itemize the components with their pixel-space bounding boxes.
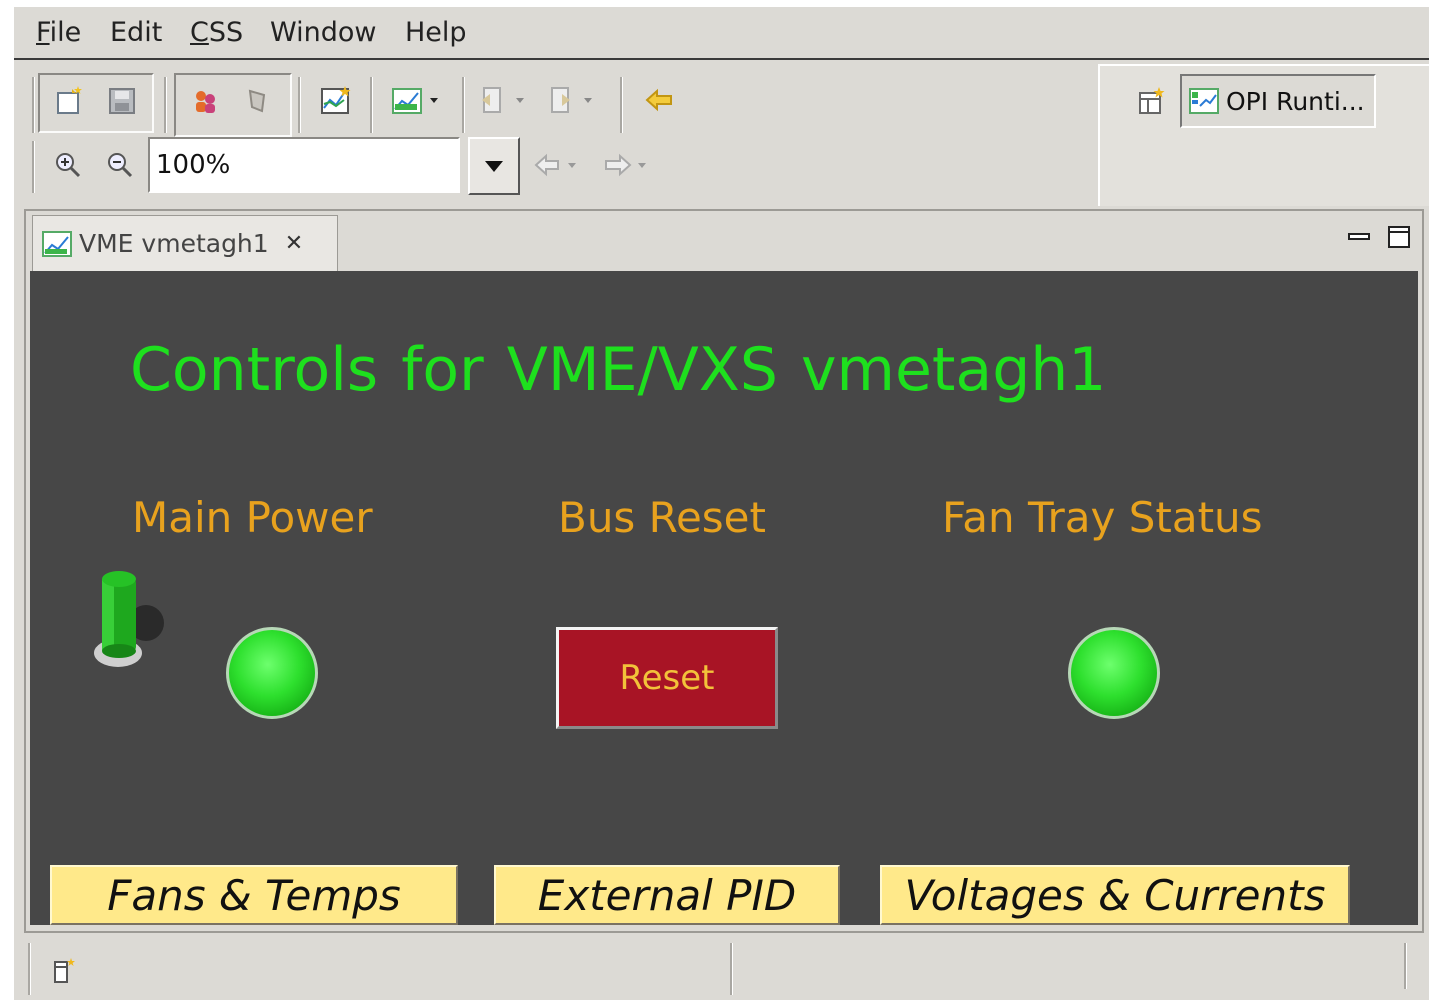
toolbar-separator xyxy=(298,77,301,133)
status-separator xyxy=(730,943,733,995)
menu-css[interactable]: CSS xyxy=(190,17,243,48)
forward-nav-icon[interactable] xyxy=(598,145,658,185)
menu-bar: File Edit CSS Window Help xyxy=(14,7,1429,59)
menu-edit[interactable]: Edit xyxy=(110,17,162,48)
main-power-led xyxy=(226,627,318,719)
opi-runtime-dropdown-icon[interactable] xyxy=(388,81,448,121)
run-users-icon[interactable] xyxy=(186,81,226,121)
menu-window[interactable]: Window xyxy=(270,17,376,48)
tab-vme-vmetagh1[interactable]: VME vmetagh1 ✕ xyxy=(32,215,338,271)
menu-css-label: SS xyxy=(208,17,244,48)
close-icon[interactable]: ✕ xyxy=(285,231,303,256)
main-power-label: Main Power xyxy=(132,493,373,542)
maximize-icon[interactable] xyxy=(1388,225,1410,255)
opi-runtime-icon xyxy=(1189,88,1219,114)
previous-edit-icon[interactable] xyxy=(476,81,536,121)
zoom-out-icon[interactable] xyxy=(100,145,140,185)
zoom-in-icon[interactable] xyxy=(48,145,88,185)
opi-display-canvas: Controls for VME/VXS vmetagh1 Main Power… xyxy=(30,271,1418,925)
toolbar-separator xyxy=(32,77,35,133)
status-bar xyxy=(14,937,1429,1000)
zoom-dropdown-button[interactable] xyxy=(468,137,520,195)
minimize-icon[interactable] xyxy=(1348,225,1370,250)
tab-label: VME vmetagh1 xyxy=(79,229,269,258)
save-icon[interactable] xyxy=(102,81,142,121)
toolbar-separator xyxy=(620,77,623,133)
opi-file-icon xyxy=(42,230,72,257)
toolbar-separator xyxy=(462,77,465,133)
chart-icon[interactable] xyxy=(316,81,356,121)
fast-view-icon[interactable] xyxy=(44,951,84,991)
menu-file-label: ile xyxy=(49,17,82,48)
menu-file[interactable]: File xyxy=(36,17,81,48)
main-power-toggle-switch[interactable] xyxy=(90,567,174,677)
bus-reset-button[interactable]: Reset xyxy=(556,627,778,729)
voltages-currents-button[interactable]: Voltages & Currents xyxy=(880,865,1350,925)
back-arrow-icon[interactable] xyxy=(640,81,680,121)
stop-icon[interactable] xyxy=(238,81,278,121)
open-perspective-icon[interactable] xyxy=(1132,81,1172,121)
menu-separator xyxy=(14,58,1429,60)
new-file-icon[interactable] xyxy=(50,81,90,121)
perspective-label: OPI Runti... xyxy=(1226,86,1365,116)
zoom-level-input[interactable]: 100% xyxy=(148,137,460,193)
application-window: File Edit CSS Window Help 100% OPI Runti… xyxy=(14,7,1429,1000)
menu-css-mnemonic: C xyxy=(190,17,209,48)
toolbar-separator xyxy=(164,77,167,133)
chevron-down-icon xyxy=(485,161,503,172)
back-nav-icon[interactable] xyxy=(530,145,590,185)
toolbar-separator xyxy=(370,77,373,133)
external-pid-button[interactable]: External PID xyxy=(494,865,840,925)
bus-reset-label: Bus Reset xyxy=(558,493,766,542)
status-separator xyxy=(1404,943,1407,989)
fan-tray-status-led xyxy=(1068,627,1160,719)
menu-help[interactable]: Help xyxy=(405,17,467,48)
editor-area: VME vmetagh1 ✕ Controls for VME/VXS vmet… xyxy=(24,209,1424,933)
toolbar-separator xyxy=(32,141,35,193)
opi-runtime-perspective-button[interactable]: OPI Runti... xyxy=(1180,74,1376,128)
next-edit-icon[interactable] xyxy=(544,81,604,121)
fan-tray-status-label: Fan Tray Status xyxy=(942,493,1263,542)
status-separator xyxy=(28,943,31,995)
menu-file-mnemonic: F xyxy=(36,17,50,48)
fans-temps-button[interactable]: Fans & Temps xyxy=(50,865,458,925)
page-title: Controls for VME/VXS vmetagh1 xyxy=(130,335,1107,405)
